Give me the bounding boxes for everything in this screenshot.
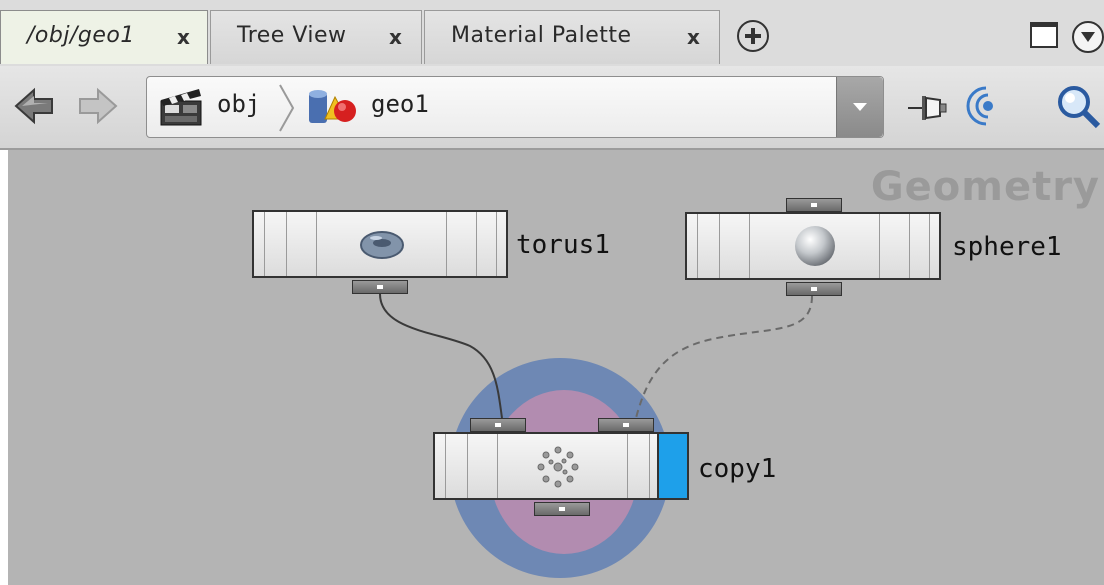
copy-icon <box>537 446 579 488</box>
node-output-connector[interactable] <box>786 282 842 296</box>
path-toolbar: obj geo1 <box>0 66 1104 150</box>
tab-obj-geo1[interactable]: /obj/geo1 x <box>0 10 208 64</box>
node-input-connector[interactable] <box>470 418 526 432</box>
back-arrow-icon[interactable] <box>14 86 56 126</box>
network-view-icon[interactable] <box>964 84 1004 128</box>
tab-tree-view[interactable]: Tree View x <box>210 10 422 64</box>
breadcrumb-obj[interactable]: obj <box>217 90 260 118</box>
network-editor-pane: /obj/geo1 x Tree View x Material Palette… <box>0 0 1104 585</box>
node-label-copy1[interactable]: copy1 <box>698 454 776 484</box>
close-icon[interactable]: x <box>687 25 700 49</box>
breadcrumb-geo1[interactable]: geo1 <box>371 90 429 118</box>
tab-label: Tree View <box>237 23 347 48</box>
tab-label: Material Palette <box>451 23 632 48</box>
forward-arrow-icon[interactable] <box>76 86 118 126</box>
wire-sphere1-copy1 <box>635 295 813 419</box>
torus-icon <box>360 231 404 259</box>
node-copy1[interactable] <box>433 432 689 500</box>
maximize-icon[interactable] <box>1030 22 1058 48</box>
pane-menu-icon[interactable] <box>1072 21 1104 53</box>
close-icon[interactable]: x <box>177 25 190 49</box>
clapperboard-icon <box>160 89 202 126</box>
pane-tab-bar: /obj/geo1 x Tree View x Material Palette… <box>0 0 1104 66</box>
node-torus1[interactable] <box>252 210 508 278</box>
display-flag[interactable] <box>657 434 687 498</box>
network-canvas[interactable]: Geometry torus1 sphere1 copy1 <box>8 150 1104 585</box>
node-output-connector[interactable] <box>534 502 590 516</box>
tab-label: /obj/geo1 <box>27 23 135 48</box>
add-tab-icon[interactable] <box>737 20 769 52</box>
breadcrumb-separator-icon <box>279 84 295 132</box>
node-output-connector[interactable] <box>352 280 408 294</box>
geometry-object-icon <box>309 90 356 123</box>
node-sphere1[interactable] <box>685 212 941 280</box>
close-icon[interactable]: x <box>389 25 402 49</box>
pin-icon[interactable] <box>906 86 950 126</box>
node-input-connector[interactable] <box>786 198 842 212</box>
network-path-bar[interactable]: obj geo1 <box>146 76 884 138</box>
node-label-torus1[interactable]: torus1 <box>516 230 610 260</box>
search-icon[interactable] <box>1054 82 1102 130</box>
pane-border <box>0 150 8 585</box>
node-label-sphere1[interactable]: sphere1 <box>952 232 1062 262</box>
node-input-connector[interactable] <box>598 418 654 432</box>
sphere-icon <box>795 226 835 266</box>
tab-material-palette[interactable]: Material Palette x <box>424 10 720 64</box>
wire-torus1-copy1 <box>379 293 503 419</box>
path-dropdown-button[interactable] <box>836 77 883 137</box>
